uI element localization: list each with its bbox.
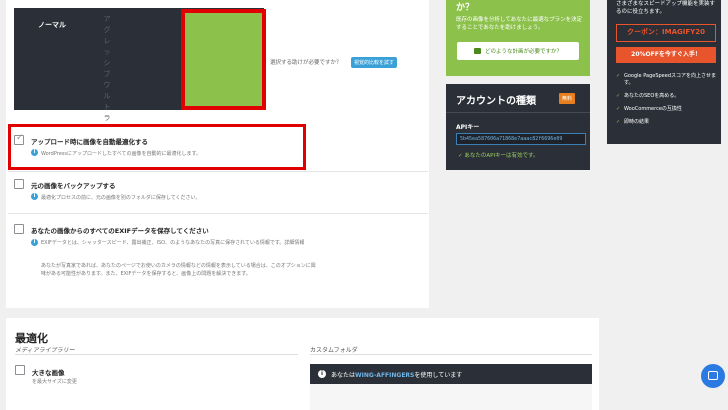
divider bbox=[8, 171, 428, 172]
auto-optimize-checkbox[interactable]: ✓ bbox=[14, 133, 24, 145]
plan-icon bbox=[473, 48, 481, 54]
coupon-code[interactable]: クーポン：IMAGIFY20 bbox=[616, 24, 716, 42]
preset-normal[interactable]: ノーマル bbox=[38, 20, 66, 30]
auto-optimize-desc: WordPressにアップロードしたすべての画像を自動的に最適化します。 bbox=[41, 151, 201, 157]
promo-card: さまざまなスピードアップ機能を実装するのに役立ちます。 クーポン：IMAGIFY… bbox=[607, 0, 721, 144]
which-plan-button[interactable]: どのような計画が必要ですか？ bbox=[457, 42, 579, 60]
divider bbox=[15, 354, 298, 355]
api-key-status-text: あなたのAPIキーは有効です。 bbox=[464, 153, 539, 159]
large-images-desc: を最大サイズに変更 bbox=[32, 379, 77, 385]
custom-folder-label: カスタムフォルダ bbox=[310, 347, 358, 354]
check-icon: ✓ bbox=[458, 153, 463, 159]
highlight-box bbox=[8, 124, 306, 170]
preset-ultimate-selected[interactable] bbox=[181, 9, 266, 110]
compression-level-selector: ノーマル アグレッシブウルトラ bbox=[14, 8, 266, 122]
backup-checkbox[interactable] bbox=[14, 179, 24, 189]
optimization-heading: 最適化 bbox=[15, 332, 48, 345]
auto-optimize-title: アップロード時に画像を自動最適化する bbox=[31, 138, 148, 146]
exif-title: あなたの画像からのすべてのEXIFデータを保存してください bbox=[31, 227, 209, 235]
custom-folder-area bbox=[310, 384, 592, 410]
promo-feature: ✓ あなたのSEOを高める。 bbox=[616, 93, 680, 99]
plan-card-text: 既存の画像を分析してあなたに最適なプランを決定することであなたを助けましょう。 bbox=[456, 17, 583, 31]
promo-text: さまざまなスピードアップ機能を実装するのに役立ちます。 bbox=[616, 1, 716, 15]
promo-feature-list: ✓ Google PageSpeedスコアを向上させます。 ✓ あなたのSEOを高め… bbox=[616, 73, 720, 132]
info-icon: i bbox=[31, 149, 38, 156]
api-key-field[interactable]: 5b45ea587606a71868e7aaac82f6696e09 bbox=[456, 133, 586, 145]
which-plan-label: どのような計画が必要ですか？ bbox=[484, 49, 562, 55]
chat-support-button[interactable] bbox=[701, 364, 725, 388]
exif-desc: EXIFデータとは、シャッタースピード、露出補正、ISO、のようなあなたの写真に… bbox=[41, 240, 305, 246]
media-library-label: メディアライブラリー bbox=[15, 347, 75, 354]
plan-card-title: か？ bbox=[456, 3, 475, 13]
api-key-label: APIキー bbox=[456, 124, 480, 131]
plan-help-card: か？ 既存の画像を分析してあなたに最適なプランを決定することであなたを助けましょ… bbox=[446, 0, 590, 76]
theme-notice: i あなたはWING-AFFINGERSを使用しています bbox=[310, 364, 592, 384]
divider bbox=[310, 354, 592, 355]
compare-help-text: 選択する助けが必要ですか？ bbox=[270, 60, 342, 66]
plan-badge: 無料 bbox=[559, 93, 576, 104]
check-icon: ✓ bbox=[616, 119, 621, 125]
backup-title: 元の画像をバックアップする bbox=[31, 182, 116, 190]
divider bbox=[8, 213, 428, 214]
account-type-title: アカウントの種類 bbox=[456, 96, 536, 107]
large-images-checkbox[interactable] bbox=[15, 365, 25, 375]
check-icon: ✓ bbox=[616, 93, 621, 99]
info-icon: i bbox=[31, 193, 38, 200]
api-key-status: ✓ あなたのAPIキーは有効です。 bbox=[458, 151, 539, 159]
exif-checkbox[interactable] bbox=[14, 224, 24, 234]
promo-feature: ✓ Google PageSpeedスコアを向上させます。 bbox=[616, 73, 717, 86]
info-icon: i bbox=[31, 239, 38, 246]
divider bbox=[446, 112, 590, 113]
check-icon: ✓ bbox=[616, 73, 621, 79]
check-icon: ✓ bbox=[16, 133, 24, 143]
preset-aggressive-ultra[interactable]: アグレッシブウルトラ bbox=[102, 14, 112, 124]
chat-icon bbox=[708, 371, 718, 380]
check-icon: ✓ bbox=[616, 106, 621, 112]
theme-notice-text: あなたはWING-AFFINGERSを使用しています bbox=[331, 371, 463, 379]
info-icon: i bbox=[318, 370, 326, 378]
promo-feature: ✓ 即時の結果 bbox=[616, 119, 650, 125]
visual-compare-button[interactable]: 視覚的比較を試す bbox=[351, 57, 398, 68]
large-images-title: 大きな画像 bbox=[32, 369, 65, 377]
get-discount-button[interactable]: 20%OFFを今すぐ入手！ bbox=[616, 47, 716, 63]
backup-desc: 最適化プロセスの前に、元の画像を別のフォルダに保存してください。 bbox=[41, 195, 201, 201]
exif-desc-extra: あなたが写真家であれば、あなたのページでお使いのカメラの情報などの情報を表示して… bbox=[41, 263, 316, 277]
account-type-card: アカウントの種類 無料 APIキー 5b45ea587606a71868e7aa… bbox=[446, 84, 590, 170]
promo-feature: ✓ WooCommerceの互換性 bbox=[616, 106, 682, 112]
